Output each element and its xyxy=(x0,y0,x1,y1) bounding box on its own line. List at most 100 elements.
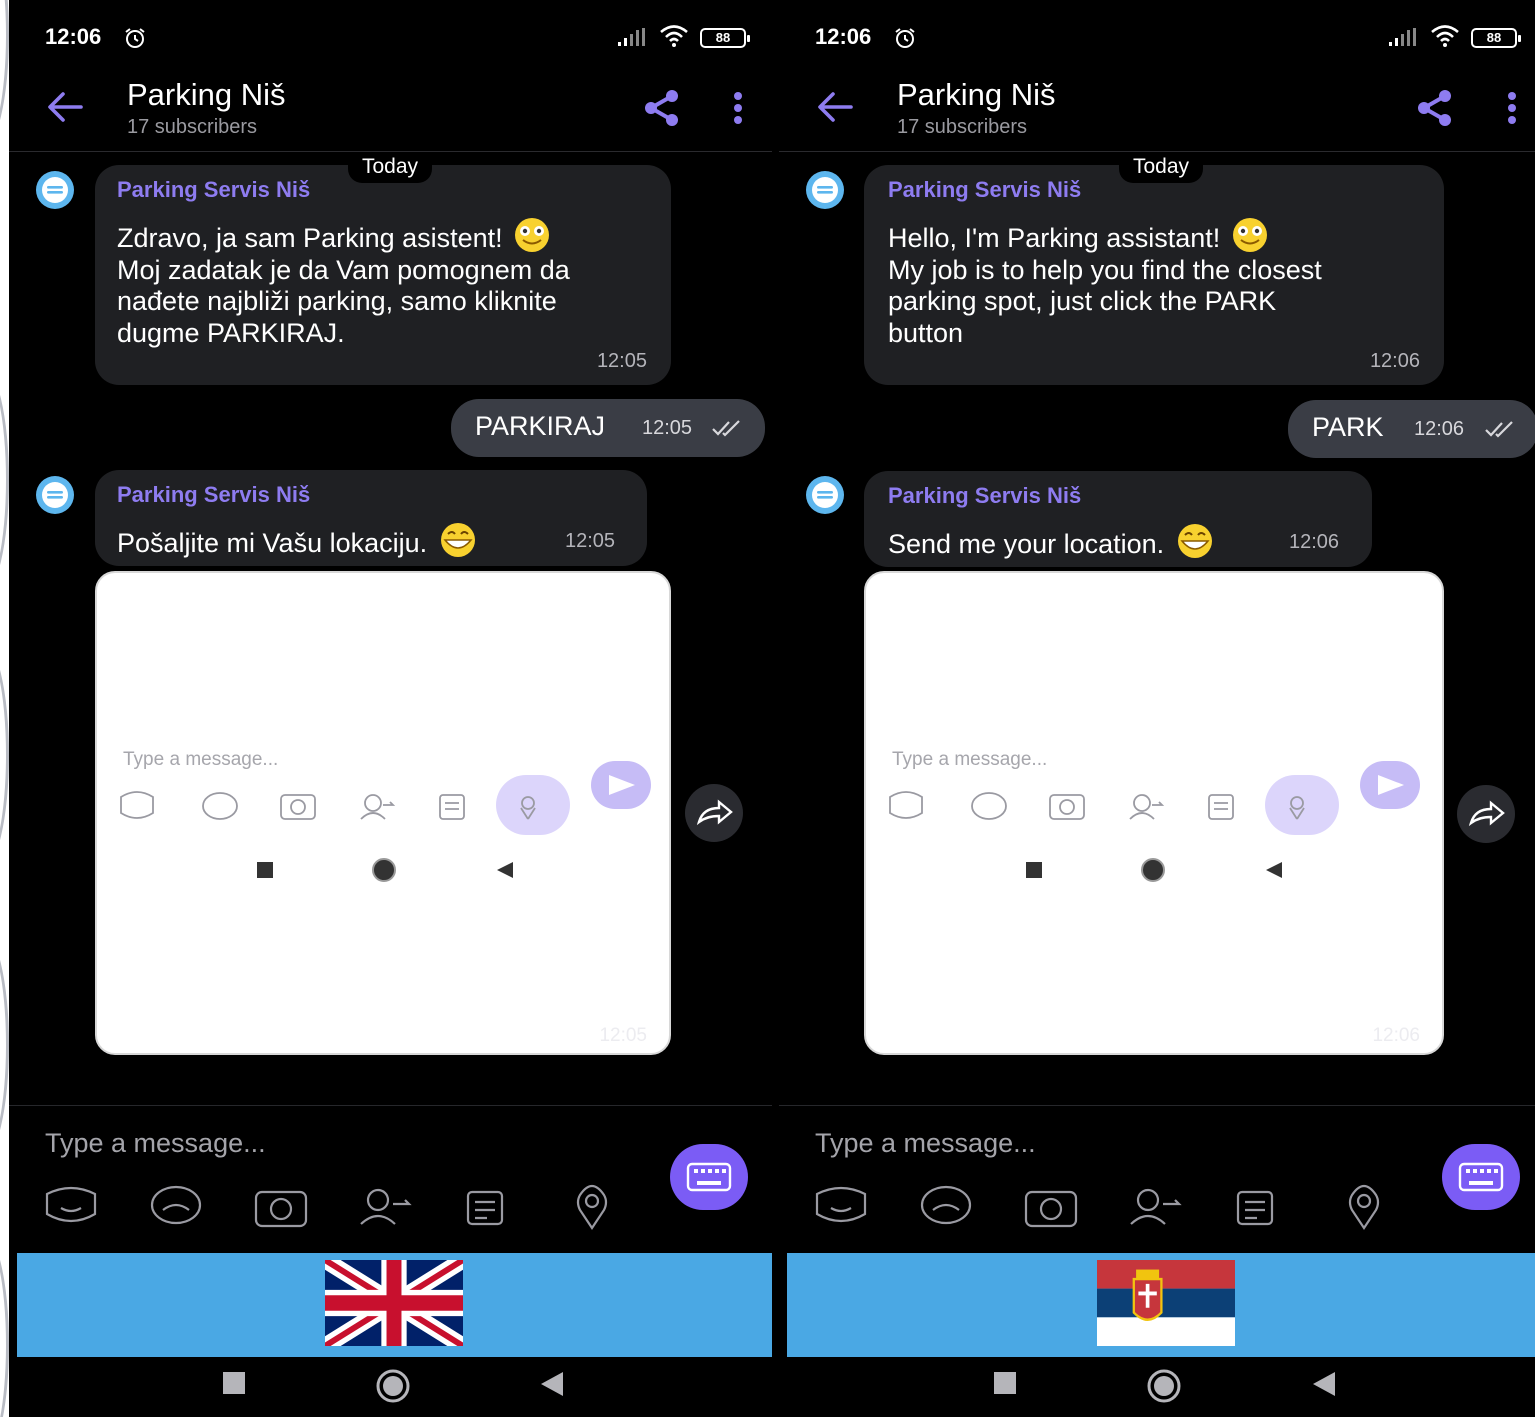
share-contact-icon[interactable] xyxy=(360,1188,412,1225)
language-switch-bar[interactable] xyxy=(787,1253,1535,1357)
message-sender: Parking Servis Niš xyxy=(117,482,311,507)
status-bar: 12:06 88 xyxy=(779,0,1535,75)
message-composer xyxy=(9,1105,772,1248)
battery-indicator: 88 xyxy=(700,28,750,48)
grinning-emoji-icon xyxy=(440,523,475,557)
share-icon[interactable] xyxy=(1415,89,1455,127)
screenshot-toolbar-icons xyxy=(120,791,536,820)
screenshot-toolbar-icons xyxy=(889,791,1305,820)
chat-header: Parking Niš 17 subscribers xyxy=(9,75,772,152)
channel-avatar-icon xyxy=(806,476,844,514)
forward-button[interactable] xyxy=(685,784,743,842)
home-icon[interactable] xyxy=(1146,1368,1182,1404)
status-time: 12:06 xyxy=(45,24,102,49)
shared-screenshot-image[interactable]: Type a message... 12:06 xyxy=(864,571,1444,1055)
camera-icon[interactable] xyxy=(254,1190,308,1228)
wifi-icon xyxy=(660,25,688,47)
incoming-message-bubble[interactable]: Parking Servis Niš Zdravo, ja sam Parkin… xyxy=(95,165,671,385)
outgoing-message-bubble[interactable]: PARKIRAJ 12:05 xyxy=(451,399,765,457)
composer-toolbar xyxy=(815,1185,1274,1228)
alarm-icon xyxy=(895,28,915,48)
back-icon[interactable] xyxy=(1311,1370,1337,1398)
read-ticks-icon xyxy=(712,420,740,437)
share-contact-icon[interactable] xyxy=(1130,1188,1182,1225)
keyboard-button[interactable] xyxy=(670,1144,748,1210)
decorative-ring xyxy=(0,930,9,1160)
message-text: Send me your location. xyxy=(888,523,1218,561)
decorative-ring xyxy=(0,0,9,150)
channel-avatar-icon xyxy=(36,476,74,514)
subscriber-count: 17 subscribers xyxy=(897,116,1028,138)
united-kingdom-flag-icon[interactable] xyxy=(325,1260,463,1346)
back-icon[interactable] xyxy=(539,1370,565,1398)
incoming-message-bubble[interactable]: Parking Servis Niš Send me your location… xyxy=(864,471,1372,567)
status-time: 12:06 xyxy=(815,24,872,49)
message-text: Zdravo, ja sam Parking asistent! Moj zad… xyxy=(117,217,662,349)
message-line: Send me your location. xyxy=(888,529,1165,559)
subscriber-count: 17 subscribers xyxy=(127,116,258,138)
message-line: Hello, I'm Parking assistant! xyxy=(888,223,1221,253)
message-sender: Parking Servis Niš xyxy=(888,177,1082,202)
smiley-emoji-icon xyxy=(1232,218,1267,252)
message-time: 12:06 xyxy=(1369,350,1420,372)
more-options-icon[interactable] xyxy=(1506,91,1518,125)
gif-icon[interactable] xyxy=(150,1185,202,1225)
screenshot-placeholder-text: Type a message... xyxy=(123,749,279,770)
message-input[interactable] xyxy=(815,1128,1375,1159)
message-text: Pošaljite mi Vašu lokaciju. xyxy=(117,522,481,560)
read-ticks-icon xyxy=(1485,421,1513,438)
back-arrow-icon[interactable] xyxy=(815,89,855,125)
keyboard-icon xyxy=(1458,1162,1504,1192)
message-line: My job is to help you find the closest xyxy=(888,254,1322,285)
recent-apps-icon[interactable] xyxy=(221,1370,247,1396)
extras-icon[interactable] xyxy=(466,1190,504,1226)
outgoing-time: 12:05 xyxy=(642,417,693,439)
forward-icon xyxy=(696,799,733,826)
outgoing-text: PARKIRAJ xyxy=(475,411,606,441)
keyboard-button[interactable] xyxy=(1442,1144,1520,1210)
chat-title[interactable]: Parking Niš xyxy=(127,77,286,113)
share-icon[interactable] xyxy=(642,89,682,127)
camera-icon[interactable] xyxy=(1024,1190,1078,1228)
outgoing-time: 12:06 xyxy=(1414,418,1465,440)
signal-icon xyxy=(1389,28,1416,46)
message-text: Hello, I'm Parking assistant! My job is … xyxy=(888,217,1433,349)
location-icon[interactable] xyxy=(574,1184,610,1230)
message-time: 12:05 xyxy=(565,530,616,552)
system-nav-bar xyxy=(9,1360,772,1417)
message-input[interactable] xyxy=(45,1128,605,1159)
chat-title[interactable]: Parking Niš xyxy=(897,77,1056,113)
decorative-ring xyxy=(0,365,9,595)
screenshot-time: 12:05 xyxy=(599,1025,647,1046)
grinning-emoji-icon xyxy=(1177,524,1212,558)
incoming-message-bubble[interactable]: Parking Servis Niš Pošaljite mi Vašu lok… xyxy=(95,470,647,566)
incoming-message-bubble[interactable]: Parking Servis Niš Hello, I'm Parking as… xyxy=(864,165,1444,385)
back-arrow-icon[interactable] xyxy=(45,89,85,125)
forward-button[interactable] xyxy=(1457,785,1515,843)
home-icon[interactable] xyxy=(375,1368,411,1404)
wifi-icon xyxy=(1431,25,1459,47)
keyboard-icon xyxy=(686,1162,732,1192)
outgoing-message-bubble[interactable]: PARK 12:06 xyxy=(1288,400,1535,458)
phone-screen-serbian: 12:06 88 Parking Niš 17 subscribers Park… xyxy=(9,0,772,1417)
language-switch-bar[interactable] xyxy=(17,1253,772,1357)
message-line: Pošaljite mi Vašu lokaciju. xyxy=(117,528,428,558)
sticker-icon[interactable] xyxy=(815,1186,867,1223)
message-sender: Parking Servis Niš xyxy=(888,483,1082,508)
recent-apps-icon[interactable] xyxy=(992,1370,1018,1396)
shared-screenshot-image[interactable]: Type a message... 12:05 xyxy=(95,571,671,1055)
gif-icon[interactable] xyxy=(920,1185,972,1225)
sticker-icon[interactable] xyxy=(45,1186,97,1223)
serbia-flag-icon[interactable] xyxy=(1097,1260,1235,1346)
screenshot-time: 12:06 xyxy=(1372,1025,1420,1046)
extras-icon[interactable] xyxy=(1236,1190,1274,1226)
location-icon[interactable] xyxy=(1346,1184,1382,1230)
decorative-ring xyxy=(0,640,9,870)
date-chip: Today xyxy=(1119,153,1204,183)
screenshot-send-button xyxy=(591,761,651,809)
message-line: button xyxy=(888,317,964,348)
more-options-icon[interactable] xyxy=(732,91,744,125)
message-line: Zdravo, ja sam Parking asistent! xyxy=(117,223,503,253)
message-list: Parking Servis Niš Zdravo, ja sam Parkin… xyxy=(9,153,772,1105)
screenshot-send-button xyxy=(1360,761,1420,809)
